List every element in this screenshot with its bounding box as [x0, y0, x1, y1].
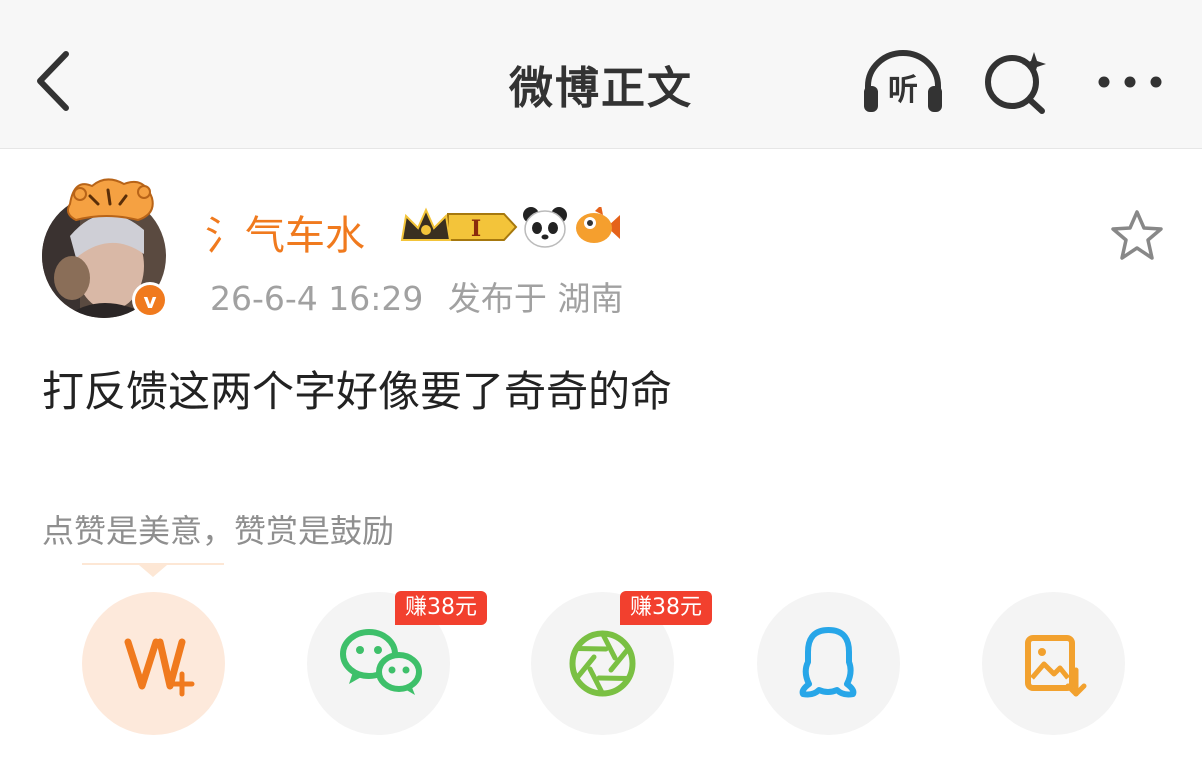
- save-image-icon: [1025, 635, 1087, 697]
- search-sparkle-icon: [985, 52, 1046, 114]
- headphones-icon: 听: [864, 50, 942, 112]
- post-time: 26-6-4 16:29: [210, 279, 424, 318]
- vip-crown-badge-icon[interactable]: I: [398, 206, 518, 248]
- fish-icon: [576, 207, 620, 243]
- earn-badge-moments: 赚38元: [620, 591, 712, 625]
- top-nav-bar: 微博正文 听: [0, 0, 1202, 149]
- verified-badge-icon: v: [143, 289, 156, 313]
- vip-level: I: [471, 216, 481, 242]
- post-content: 打反馈这两个字好像要了奇奇的命: [42, 367, 673, 416]
- post-meta: 26-6-4 16:29 发布于 湖南: [210, 272, 623, 320]
- listen-button[interactable]: 听: [860, 48, 946, 114]
- star-icon: [1111, 210, 1163, 260]
- reward-hint: 点赞是美意，赞赏是鼓励: [42, 512, 395, 550]
- share-qq-button[interactable]: [757, 592, 900, 735]
- more-options-button[interactable]: [1094, 62, 1166, 102]
- username[interactable]: 氵气车水: [205, 203, 365, 261]
- post-location: 发布于 湖南: [447, 279, 624, 318]
- more-dots-icon: [1098, 76, 1162, 88]
- favorite-button[interactable]: [1108, 208, 1166, 264]
- share-vplus-button[interactable]: [82, 592, 225, 735]
- qq-penguin-icon: [799, 627, 857, 698]
- search-button[interactable]: [982, 48, 1052, 114]
- listen-label: 听: [888, 73, 918, 108]
- earn-badge-wechat: 赚38元: [395, 591, 487, 625]
- hint-pointer: [139, 565, 167, 577]
- panda-icon: [523, 207, 567, 248]
- vplus-icon: [124, 638, 195, 697]
- save-image-button[interactable]: [982, 592, 1125, 735]
- user-avatar[interactable]: v: [40, 174, 172, 322]
